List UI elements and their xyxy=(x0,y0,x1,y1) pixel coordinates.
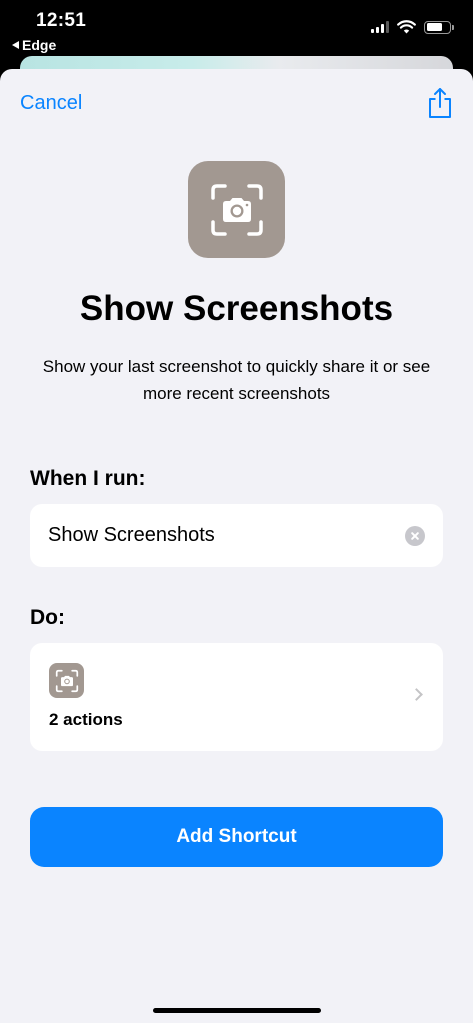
home-indicator[interactable] xyxy=(153,1008,321,1013)
status-icons xyxy=(371,20,454,34)
back-triangle-icon xyxy=(12,41,19,49)
actions-card[interactable]: 2 actions xyxy=(30,643,443,751)
actions-count-label: 2 actions xyxy=(49,710,123,729)
status-time: 12:51 xyxy=(36,10,87,31)
share-icon[interactable] xyxy=(427,87,453,119)
shortcut-title: Show Screenshots xyxy=(79,289,394,328)
shortcut-description: Show your last screenshot to quickly sha… xyxy=(42,357,431,403)
add-shortcut-button[interactable]: Add Shortcut xyxy=(30,807,443,867)
chevron-right-icon xyxy=(410,688,423,701)
status-bar: 12:51 Edge xyxy=(0,0,473,58)
when-i-run-label: When I run: xyxy=(30,467,146,490)
screenshot-camera-icon xyxy=(49,663,84,698)
screenshot-camera-icon xyxy=(188,161,285,258)
shortcut-name-input[interactable] xyxy=(48,524,405,547)
do-label: Do: xyxy=(30,606,65,629)
add-shortcut-sheet: Cancel Show Screenshots Show your last s… xyxy=(0,69,473,1023)
shortcut-name-field[interactable] xyxy=(30,504,443,567)
cellular-signal-icon xyxy=(371,21,389,33)
clear-icon[interactable] xyxy=(405,525,425,546)
wifi-icon xyxy=(397,20,416,34)
battery-icon xyxy=(424,20,454,34)
cancel-button[interactable]: Cancel xyxy=(20,92,82,115)
back-to-app-button[interactable]: Edge xyxy=(12,37,56,53)
back-app-label: Edge xyxy=(22,37,57,53)
